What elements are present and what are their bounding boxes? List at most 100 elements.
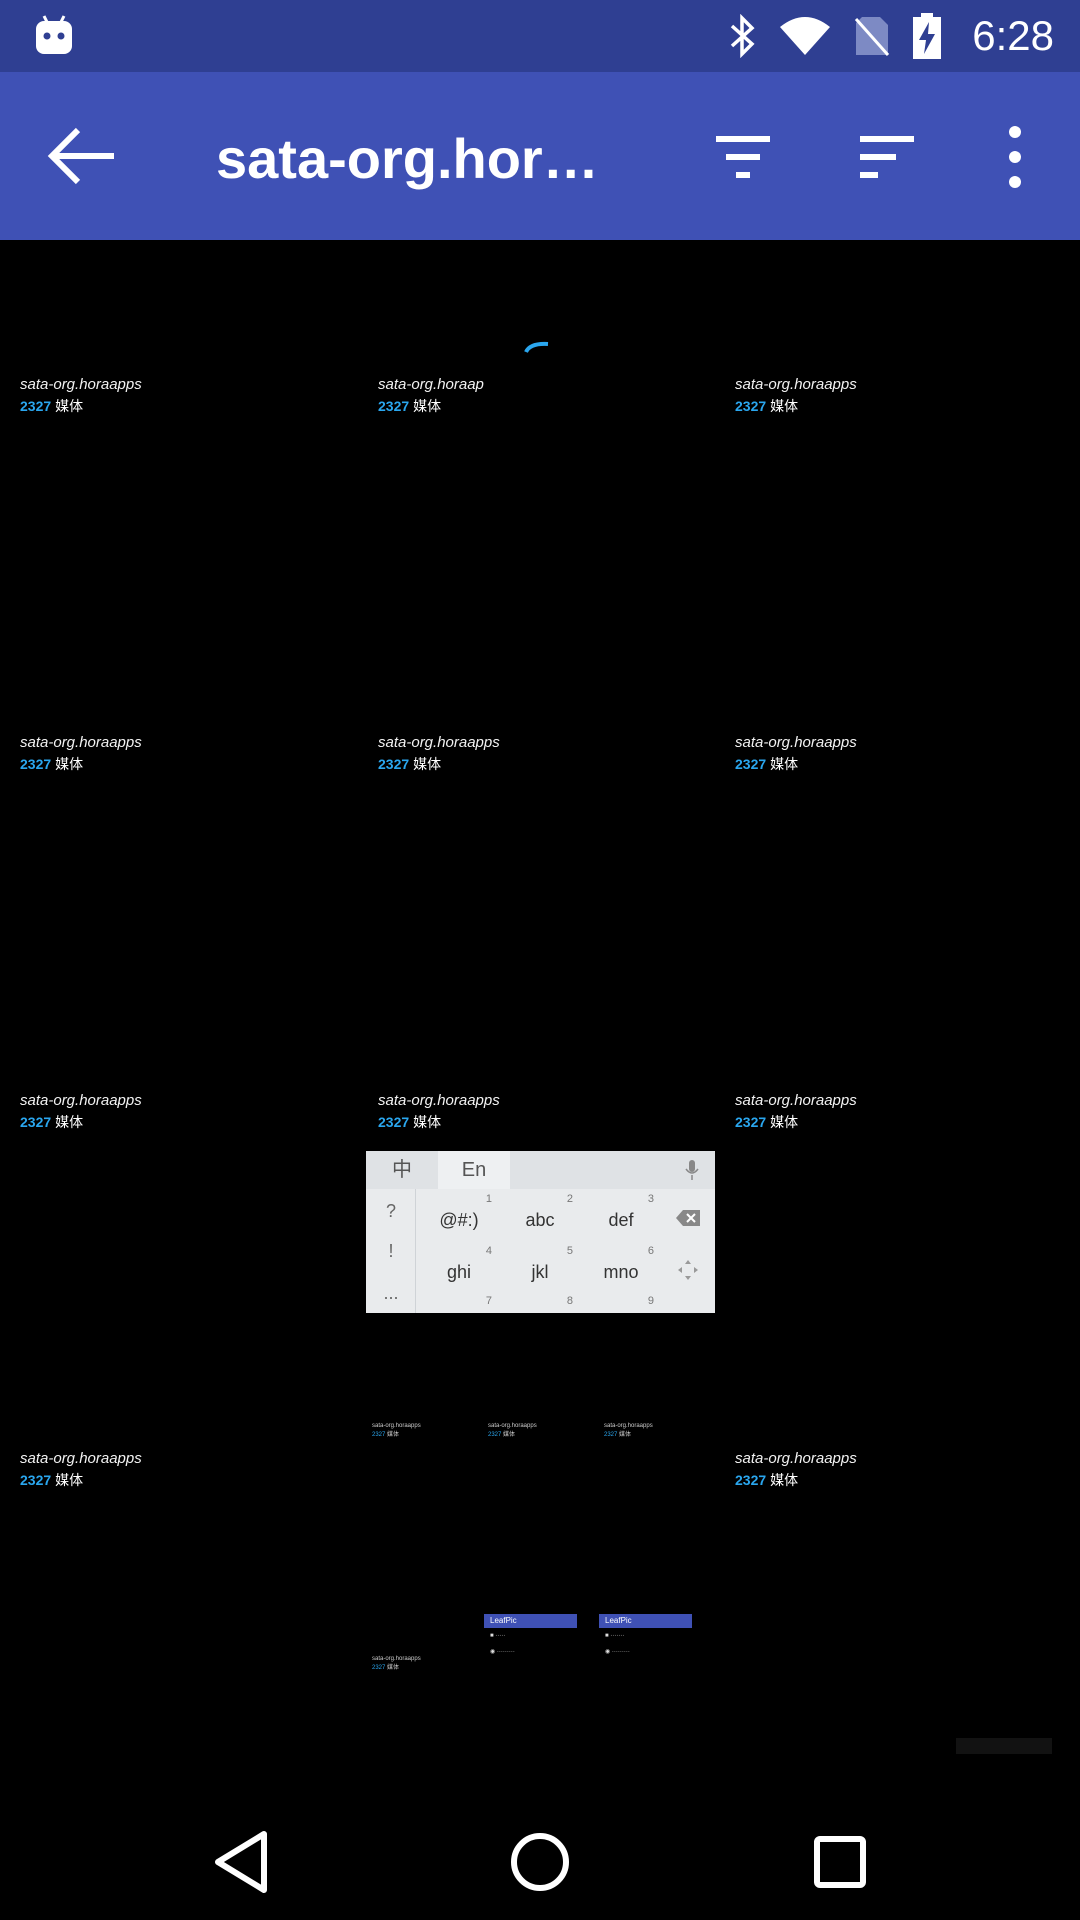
mini-app-row: ◉ ········· xyxy=(605,1649,630,1655)
keyboard-key-label: abc xyxy=(525,1210,555,1230)
nav-home-icon[interactable] xyxy=(500,1822,580,1902)
keyboard-key-number: 1 xyxy=(485,1193,492,1205)
keyboard-key[interactable]: @#:) 1 xyxy=(418,1193,500,1245)
album-meta: 2327 媒体 xyxy=(20,1112,360,1132)
album-name: sata-org.horaapps xyxy=(735,1450,857,1467)
keyboard-key-question[interactable]: ? xyxy=(366,1201,416,1222)
microphone-icon[interactable] xyxy=(685,1159,699,1181)
mini-album-label: sata-org.horaapps 2327 媒体 xyxy=(372,1423,421,1438)
album-meta: 2327 媒体 xyxy=(378,396,718,416)
status-time: 6:28 xyxy=(972,12,1054,59)
keyboard-key[interactable]: 8 xyxy=(499,1295,581,1313)
album-tile[interactable]: sata-org.horaapps 2327 媒体 xyxy=(20,1450,360,1490)
album-tile[interactable]: sata-org.horaapps 2327 媒体 xyxy=(378,734,718,774)
mini-album-count: 2327 xyxy=(372,1432,386,1438)
keyboard-key[interactable]: 7 xyxy=(418,1295,500,1313)
keyboard-key-number: 8 xyxy=(566,1295,573,1307)
keyboard-tab-chinese[interactable]: 中 xyxy=(366,1151,438,1189)
album-meta: 2327 媒体 xyxy=(735,754,1075,774)
mini-app-preview: LeafPic ■ ····· ◉ ········· xyxy=(484,1614,577,1674)
mini-album-label: sata-org.horaapps 2327 媒体 xyxy=(604,1423,653,1438)
keyboard-key[interactable]: 9 xyxy=(580,1295,662,1313)
album-tile[interactable]: sata-org.horaapps 2327 媒体 xyxy=(20,734,360,774)
album-tile[interactable]: sata-org.horaapps 2327 媒体 xyxy=(735,376,1075,416)
mini-album-media-label: 媒体 xyxy=(387,1432,400,1438)
mini-album-count: 2327 xyxy=(488,1432,502,1438)
keyboard-key[interactable]: mno 6 xyxy=(580,1245,662,1297)
keyboard-key[interactable]: def 3 xyxy=(580,1193,662,1245)
album-name: sata-org.horaapps xyxy=(735,376,857,393)
album-meta: 2327 媒体 xyxy=(735,1470,1075,1490)
filter-icon[interactable] xyxy=(708,122,778,192)
keyboard-key-ellipsis[interactable]: ... xyxy=(366,1283,416,1304)
mini-album-name: sata-org.horaapps xyxy=(488,1423,537,1429)
keyboard-overlay: 中 En ? ! ... @#:) 1 abc 2 def 3 ghi 4 jkl 5 m… xyxy=(366,1151,715,1313)
album-tile[interactable]: sata-org.horaapps 2327 媒体 xyxy=(735,1092,1075,1132)
album-meta: 2327 媒体 xyxy=(378,1112,718,1132)
album-tile[interactable]: sata-org.horaapps 2327 媒体 xyxy=(735,734,1075,774)
page-title: sata-org.hora… xyxy=(216,127,626,190)
keyboard-key-number: 2 xyxy=(566,1193,573,1205)
mini-app-title: LeafPic xyxy=(484,1614,577,1628)
album-media-label: 媒体 xyxy=(55,1472,84,1488)
album-count: 2327 xyxy=(20,756,52,772)
album-name: sata-org.horaapps xyxy=(20,734,142,751)
album-meta: 2327 媒体 xyxy=(20,754,360,774)
keyboard-key-number: 6 xyxy=(647,1245,654,1257)
app-toolbar: sata-org.hora… xyxy=(0,72,1080,240)
mini-album-name: sata-org.horaapps xyxy=(372,1656,421,1662)
keyboard-top-bar: 中 En xyxy=(366,1151,715,1189)
loading-spinner xyxy=(524,341,549,353)
nav-recents-icon[interactable] xyxy=(800,1822,880,1902)
back-arrow-icon[interactable] xyxy=(46,126,120,186)
album-tile[interactable]: sata-org.horaapps 2327 媒体 xyxy=(378,1092,718,1132)
android-robot-icon xyxy=(36,15,72,54)
album-tile[interactable]: sata-org.horaapps 2327 媒体 xyxy=(735,1450,1075,1490)
keyboard-symbol-column: ? ! ... xyxy=(366,1189,416,1313)
album-media-label: 媒体 xyxy=(413,398,442,414)
album-meta: 2327 媒体 xyxy=(20,396,360,416)
mini-album-name: sata-org.horaapps xyxy=(604,1423,653,1429)
mini-app-row: ■ ······· xyxy=(605,1633,625,1639)
album-media-label: 媒体 xyxy=(55,756,84,772)
album-count: 2327 xyxy=(20,1472,52,1488)
mini-app-row: ■ ····· xyxy=(490,1633,506,1639)
mini-album-count: 2327 xyxy=(604,1432,618,1438)
mini-album-count: 2327 xyxy=(372,1665,386,1671)
more-vert-icon[interactable] xyxy=(980,122,1050,192)
cursor-move-icon[interactable] xyxy=(677,1259,699,1281)
album-tile[interactable]: sata-org.horaapps 2327 媒体 xyxy=(20,1092,360,1132)
album-media-label: 媒体 xyxy=(55,398,84,414)
sort-icon[interactable] xyxy=(852,122,922,192)
album-media-label: 媒体 xyxy=(413,1114,442,1130)
album-media-label: 媒体 xyxy=(55,1114,84,1130)
keyboard-action-column xyxy=(663,1189,715,1313)
album-tile[interactable]: sata-org.horaap 2327 媒体 xyxy=(378,376,718,416)
keyboard-key[interactable]: abc 2 xyxy=(499,1193,581,1245)
album-count: 2327 xyxy=(378,398,410,414)
wifi-icon xyxy=(780,17,831,55)
keyboard-key[interactable]: jkl 5 xyxy=(499,1245,581,1297)
album-name: sata-org.horaapps xyxy=(735,1092,857,1109)
album-media-label: 媒体 xyxy=(770,398,799,414)
keyboard-tab-english[interactable]: En xyxy=(438,1151,510,1189)
album-name: sata-org.horaapps xyxy=(378,1092,500,1109)
backspace-icon[interactable] xyxy=(675,1209,701,1227)
keyboard-key-exclaim[interactable]: ! xyxy=(366,1241,416,1262)
album-tile[interactable]: sata-org.horaapps 2327 媒体 xyxy=(20,376,360,416)
system-nav-bar xyxy=(0,1800,1080,1920)
keyboard-key-number: 7 xyxy=(485,1295,492,1307)
album-count: 2327 xyxy=(20,1114,52,1130)
mini-album-label: sata-org.horaapps 2327 媒体 xyxy=(372,1656,421,1671)
nav-back-icon[interactable] xyxy=(200,1822,280,1902)
keyboard-key-label: jkl xyxy=(531,1262,549,1282)
mini-album-label: sata-org.horaapps 2327 媒体 xyxy=(488,1423,537,1438)
keyboard-key-label: def xyxy=(608,1210,634,1230)
keyboard-key-number: 5 xyxy=(566,1245,573,1257)
keyboard-key[interactable]: ghi 4 xyxy=(418,1245,500,1297)
keyboard-key-number: 9 xyxy=(647,1295,654,1307)
no-sim-icon xyxy=(855,17,890,56)
keyboard-key-number: 3 xyxy=(647,1193,654,1205)
album-media-label: 媒体 xyxy=(770,1114,799,1130)
mini-album-name: sata-org.horaapps xyxy=(372,1423,421,1429)
